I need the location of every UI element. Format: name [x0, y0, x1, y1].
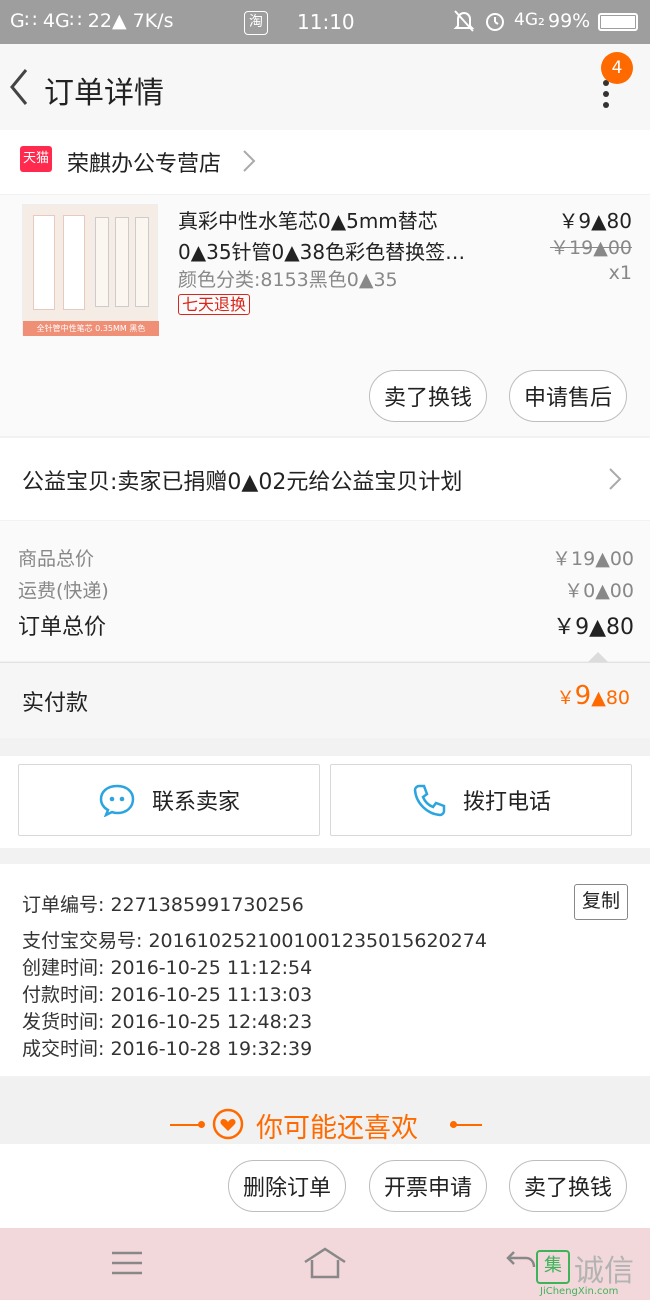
goods-total-label: 商品总价 [18, 548, 95, 570]
product-image-caption: 全针管中性笔芯 0.35MM 黑色 [23, 321, 159, 336]
contact-section: 联系卖家 拨打电话 [0, 756, 650, 848]
chevron-left-icon [10, 69, 28, 105]
chevron-right-icon [240, 148, 258, 178]
return-policy-tag: 七天退换 [178, 294, 251, 315]
heart-icon [212, 1108, 244, 1144]
message-badge: 4 [601, 52, 633, 84]
product-original-price: ￥19▲00 [550, 237, 632, 259]
back-button[interactable] [2, 64, 38, 110]
invoice-request-button[interactable]: 开票申请 [369, 1160, 487, 1212]
network-indicator: 4G₂ [514, 10, 545, 30]
divider-line-right [450, 1124, 482, 1126]
order-info-line: 支付宝交易号: 2016102521001001235015620274 [22, 930, 487, 952]
paid-currency: ￥ [556, 688, 575, 709]
back-system-button[interactable] [506, 1248, 536, 1282]
contact-seller-label: 联系卖家 [151, 790, 240, 815]
order-info-line: 付款时间: 2016-10-25 11:13:03 [22, 984, 313, 1006]
back-arrow-icon [506, 1251, 536, 1268]
tmall-tag: 天猫 [20, 146, 52, 172]
recommend-title: 你可能还喜欢 [256, 1113, 418, 1144]
sell-for-cash-button[interactable]: 卖了换钱 [369, 370, 487, 422]
mute-icon [452, 8, 476, 39]
shipping-label: 运费(快递) [18, 580, 109, 602]
menu-icon [112, 1251, 142, 1275]
battery-icon [598, 13, 638, 31]
clock: 11:10 [297, 10, 355, 34]
menu-button[interactable] [110, 1248, 144, 1282]
order-info: 订单编号: 2271385991730256 支付宝交易号: 201610252… [0, 864, 650, 1076]
taobao-icon: 淘 [244, 11, 268, 35]
copy-order-number-button[interactable]: 复制 [574, 884, 628, 920]
sell-for-cash-button[interactable]: 卖了换钱 [509, 1160, 627, 1212]
actual-paid-label: 实付款 [22, 691, 89, 716]
divider-notch [588, 652, 608, 662]
shipping-value: ￥0▲00 [564, 580, 634, 602]
apply-after-sale-button[interactable]: 申请售后 [509, 370, 627, 422]
order-info-line: 成交时间: 2016-10-28 19:32:39 [22, 1038, 313, 1060]
charity-text: 公益宝贝:卖家已捐赠0▲02元给公益宝贝计划 [22, 470, 463, 495]
chevron-right-icon [606, 466, 624, 496]
call-phone-button[interactable]: 拨打电话 [330, 764, 632, 836]
watermark-logo: 集 [536, 1250, 570, 1284]
product-card[interactable]: 全针管中性笔芯 0.35MM 黑色 真彩中性水笔芯0▲5mm替芯 0▲35针管0… [0, 195, 650, 436]
status-bar: G∷ 4G∷ 22▲ 7K/s 淘 11:10 4G₂ 99% [0, 0, 650, 44]
product-price: ￥9▲80 [558, 209, 632, 233]
price-summary: 商品总价 ￥19▲00 运费(快递) ￥0▲00 订单总价 ￥9▲80 [0, 521, 650, 661]
order-total-label: 订单总价 [18, 615, 107, 640]
product-sku: 颜色分类:8153黑色0▲35 [178, 269, 398, 291]
order-info-line: 发货时间: 2016-10-25 12:48:23 [22, 1011, 313, 1033]
order-info-line[interactable]: 订单编号: 2271385991730256 [22, 890, 304, 917]
contact-seller-button[interactable]: 联系卖家 [18, 764, 320, 836]
home-icon [304, 1247, 346, 1279]
watermark-brand: 诚信 [574, 1254, 634, 1289]
delete-order-button[interactable]: 删除订单 [228, 1160, 346, 1212]
product-quantity: x1 [608, 262, 632, 284]
goods-total-value: ￥19▲00 [552, 548, 634, 570]
paid-decimal: ▲80 [591, 687, 630, 709]
system-nav-bar: 集 诚信 JiChengXin.com [0, 1228, 650, 1300]
actual-paid-value: ￥9▲80 [557, 681, 630, 711]
alarm-icon [483, 8, 507, 39]
chat-bubble-icon [99, 784, 135, 817]
page-title: 订单详情 [44, 76, 164, 111]
shop-row[interactable]: 天猫 荣麒办公专营店 [0, 130, 650, 194]
phone-icon [413, 784, 446, 817]
actual-paid-row: 实付款 ￥9▲80 [0, 662, 650, 738]
order-total-value: ￥9▲80 [553, 615, 634, 640]
home-button[interactable] [303, 1246, 347, 1284]
nav-bar: 订单详情 4 [0, 44, 650, 130]
product-image[interactable]: 全针管中性笔芯 0.35MM 黑色 [22, 204, 159, 336]
product-title-line1[interactable]: 真彩中性水笔芯0▲5mm替芯 [178, 205, 438, 234]
shop-name: 荣麒办公专营店 [67, 152, 222, 177]
paid-integer: 9 [574, 681, 592, 711]
signal-indicators: G∷ 4G∷ 22▲ 7K/s [10, 10, 174, 32]
order-info-line: 创建时间: 2016-10-25 11:12:54 [22, 957, 313, 979]
bottom-action-bar: 删除订单 开票申请 卖了换钱 [0, 1144, 650, 1228]
watermark-url: JiChengXin.com [540, 1286, 619, 1297]
charity-row[interactable]: 公益宝贝:卖家已捐赠0▲02元给公益宝贝计划 [0, 438, 650, 520]
battery-percent: 99% [548, 10, 591, 32]
call-phone-label: 拨打电话 [462, 790, 551, 815]
recommend-header: 你可能还喜欢 [0, 1078, 650, 1144]
product-title-line2[interactable]: 0▲35针管0▲38色彩色替换签… [178, 236, 496, 265]
